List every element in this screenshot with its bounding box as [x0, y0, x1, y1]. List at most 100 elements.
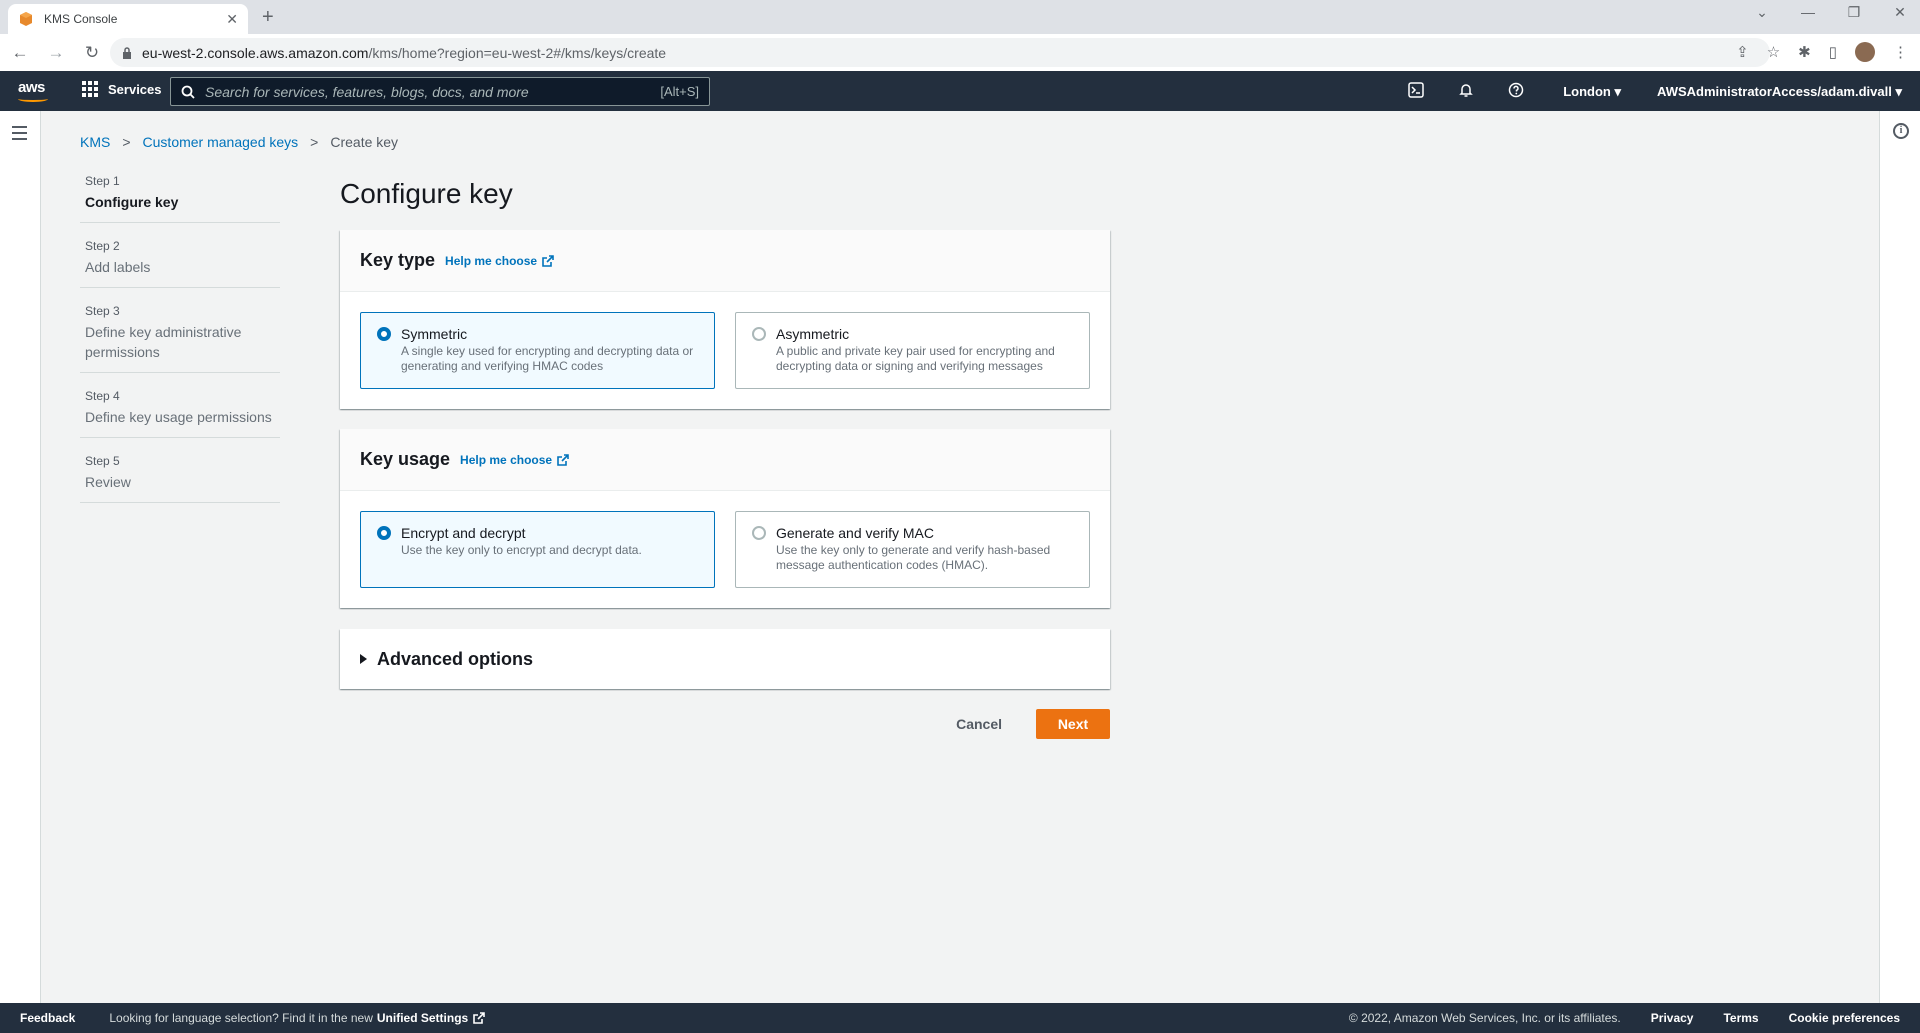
breadcrumb-kms[interactable]: KMS — [80, 134, 110, 150]
privacy-link[interactable]: Privacy — [1651, 1011, 1694, 1025]
help-link-label: Help me choose — [460, 452, 553, 467]
cookie-preferences-link[interactable]: Cookie preferences — [1789, 1011, 1900, 1025]
chevron-right-icon: > — [122, 134, 131, 150]
cloudshell-icon[interactable] — [1391, 82, 1441, 101]
notifications-bell-icon[interactable] — [1441, 82, 1491, 101]
unified-settings-label: Unified Settings — [376, 1011, 469, 1025]
advanced-options-title: Advanced options — [377, 648, 534, 669]
nav-right: London ▾ AWSAdministratorAccess/adam.div… — [1391, 82, 1902, 101]
cancel-button[interactable]: Cancel — [936, 710, 1022, 738]
wizard-actions: Cancel Next — [340, 709, 1110, 739]
services-label: Services — [108, 81, 162, 97]
browser-menu-icon[interactable]: ⋮ — [1893, 43, 1908, 61]
advanced-options-expander[interactable]: Advanced options — [340, 629, 1110, 689]
step-number: Step 5 — [85, 454, 120, 468]
next-button[interactable]: Next — [1036, 709, 1110, 739]
key-type-help-link[interactable]: Help me choose — [445, 254, 555, 268]
services-grid-icon — [82, 81, 98, 97]
key-usage-title: Key usage — [360, 449, 451, 469]
tab-title: KMS Console — [44, 12, 118, 26]
url-path: /kms/home?region=eu-west-2#/kms/keys/cre… — [368, 44, 667, 61]
console-footer: Feedback Looking for language selection?… — [0, 1003, 1920, 1033]
wizard-step-1[interactable]: Step 1 Configure key — [80, 170, 280, 223]
extensions-icon[interactable]: ✱ — [1798, 43, 1811, 61]
key-usage-mac-option[interactable]: Generate and verify MAC Use the key only… — [735, 511, 1090, 588]
key-usage-header: Key usage Help me choose — [340, 429, 1110, 491]
step-number: Step 3 — [85, 304, 120, 318]
radio-button[interactable] — [752, 526, 766, 540]
region-selector[interactable]: London ▾ — [1563, 84, 1621, 100]
url-field[interactable]: eu-west-2.console.aws.amazon.com/kms/hom… — [110, 38, 1770, 67]
key-usage-encrypt-decrypt-option[interactable]: Encrypt and decrypt Use the key only to … — [360, 511, 715, 588]
tab-close-icon[interactable]: ✕ — [226, 11, 238, 28]
terms-link[interactable]: Terms — [1723, 1011, 1758, 1025]
key-type-title: Key type — [360, 250, 436, 270]
side-panel-icon[interactable]: ▯ — [1829, 43, 1837, 61]
back-icon[interactable]: ← — [4, 43, 36, 63]
external-link-icon — [542, 254, 554, 267]
step-title: Define key administrative permissions — [85, 324, 242, 360]
unified-search[interactable]: [Alt+S] — [170, 77, 710, 106]
browser-tab[interactable]: KMS Console ✕ — [8, 4, 248, 34]
new-tab-icon[interactable]: + — [262, 6, 274, 29]
search-input[interactable] — [205, 83, 661, 100]
key-usage-help-link[interactable]: Help me choose — [460, 453, 570, 467]
step-title: Define key usage permissions — [85, 409, 272, 425]
key-type-symmetric-option[interactable]: Symmetric A single key used for encrypti… — [360, 312, 715, 389]
left-navigation-rail — [0, 111, 41, 1003]
account-menu[interactable]: AWSAdministratorAccess/adam.divall ▾ — [1657, 84, 1902, 100]
browser-address-bar: ← → ↻ eu-west-2.console.aws.amazon.com/k… — [0, 34, 1920, 71]
language-hint: Looking for language selection? Find it … — [109, 1011, 373, 1025]
tab-search-icon[interactable]: ⌄ — [1752, 4, 1772, 21]
forward-icon[interactable]: → — [40, 43, 72, 63]
share-icon[interactable]: ⇪ — [1736, 43, 1749, 61]
caret-right-icon — [360, 654, 367, 664]
caret-down-icon: ▾ — [1614, 83, 1622, 99]
info-icon[interactable]: i — [1893, 123, 1909, 139]
close-window-icon[interactable]: ✕ — [1890, 4, 1910, 21]
hamburger-menu-icon[interactable] — [12, 126, 27, 144]
option-title: Symmetric — [401, 326, 468, 342]
breadcrumb-customer-managed-keys[interactable]: Customer managed keys — [143, 134, 299, 150]
breadcrumb: KMS > Customer managed keys > Create key — [80, 134, 398, 150]
external-link-icon — [557, 453, 569, 466]
minimize-icon[interactable]: — — [1798, 4, 1818, 21]
key-type-asymmetric-option[interactable]: Asymmetric A public and private key pair… — [735, 312, 1090, 389]
search-shortcut: [Alt+S] — [660, 84, 699, 99]
bookmark-star-icon[interactable]: ☆ — [1767, 43, 1780, 61]
option-description: Use the key only to generate and verify … — [776, 543, 1051, 572]
profile-avatar[interactable] — [1855, 42, 1875, 62]
key-usage-panel: Key usage Help me choose Encrypt and dec… — [340, 429, 1110, 608]
right-tools-rail: i — [1879, 111, 1920, 1003]
radio-button[interactable] — [377, 327, 391, 341]
external-link-icon — [473, 1012, 486, 1024]
services-menu-button[interactable]: Services — [82, 81, 162, 97]
step-number: Step 1 — [85, 174, 120, 188]
restore-icon[interactable]: ❐ — [1844, 4, 1864, 21]
help-icon[interactable] — [1491, 82, 1541, 101]
chevron-right-icon: > — [310, 134, 319, 150]
unified-settings-link[interactable]: Unified Settings — [377, 1011, 486, 1025]
search-icon — [181, 85, 195, 99]
key-usage-options: Encrypt and decrypt Use the key only to … — [340, 491, 1110, 608]
key-type-panel: Key type Help me choose Symmetric A sing… — [340, 230, 1110, 409]
aws-top-nav: aws Services [Alt+S] London ▾ AWSAdminis… — [0, 71, 1920, 111]
option-title: Encrypt and decrypt — [401, 525, 526, 541]
aws-logo[interactable]: aws — [18, 79, 45, 96]
reload-icon[interactable]: ↻ — [76, 43, 108, 63]
region-label: London — [1563, 83, 1611, 99]
footer-right: © 2022, Amazon Web Services, Inc. or its… — [1349, 1011, 1900, 1025]
copyright: © 2022, Amazon Web Services, Inc. or its… — [1348, 1011, 1621, 1025]
wizard-steps: Step 1 Configure key Step 2 Add labels S… — [80, 170, 280, 515]
feedback-link[interactable]: Feedback — [20, 1011, 75, 1025]
breadcrumb-current: Create key — [330, 134, 399, 150]
step-number: Step 4 — [85, 389, 120, 403]
option-title: Asymmetric — [776, 326, 850, 342]
window-controls: ⌄ — ❐ ✕ — [1752, 4, 1910, 21]
radio-button[interactable] — [752, 327, 766, 341]
key-type-header: Key type Help me choose — [340, 230, 1110, 292]
browser-tab-bar: KMS Console ✕ + ⌄ — ❐ ✕ — [0, 0, 1920, 34]
wizard-step-4: Step 4 Define key usage permissions — [80, 385, 280, 438]
radio-button[interactable] — [377, 526, 391, 540]
wizard-step-5: Step 5 Review — [80, 450, 280, 503]
